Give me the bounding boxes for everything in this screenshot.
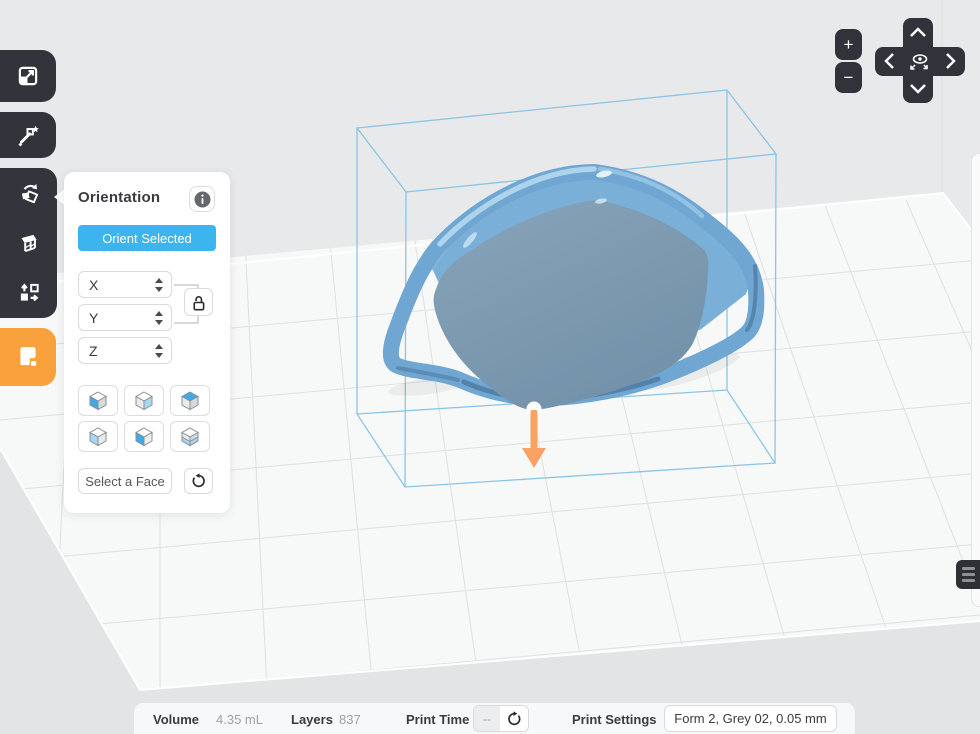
cartridge-icon: [14, 343, 42, 371]
rotate-icon: [16, 180, 42, 206]
hamburger-icon: [962, 567, 975, 570]
axis-x-stepper[interactable]: [155, 272, 163, 297]
refresh-area: [500, 706, 528, 731]
orient-selected-button[interactable]: Orient Selected: [78, 225, 216, 251]
print-time-label: Print Time: [406, 712, 469, 727]
view-dpad: [875, 18, 965, 103]
orient-cube-front-button[interactable]: [124, 421, 164, 452]
orient-cube-right-button[interactable]: [124, 385, 164, 416]
right-panel-edge[interactable]: [971, 153, 980, 607]
cube-face-left-icon: [87, 389, 109, 412]
info-button[interactable]: [189, 186, 215, 212]
volume-label: Volume: [153, 712, 199, 727]
unlock-icon: [190, 293, 207, 312]
supports-icon: [16, 230, 42, 256]
rotate-left-button[interactable]: [875, 47, 903, 75]
orient-cube-bottom-button[interactable]: [170, 421, 210, 452]
layer-list-toggle-button[interactable]: [956, 560, 980, 589]
axis-y-field[interactable]: Y: [78, 304, 172, 331]
axis-y-label: Y: [89, 310, 98, 326]
cube-face-right-icon: [133, 389, 155, 412]
info-icon: [194, 191, 211, 208]
cube-face-top-icon: [179, 389, 201, 412]
refresh-icon: [506, 711, 522, 727]
print-settings-label: Print Settings: [572, 712, 657, 727]
scale-icon: [15, 63, 41, 89]
magic-wand-icon: [15, 122, 41, 148]
cube-face-bottom-icon: [179, 425, 201, 448]
axis-x-field[interactable]: X: [78, 271, 172, 298]
zoom-in-button[interactable]: +: [835, 29, 862, 60]
select-face-button[interactable]: Select a Face: [78, 468, 172, 494]
tool-one-click-print-button[interactable]: [0, 112, 56, 158]
axis-y-stepper[interactable]: [155, 305, 163, 330]
preform-window: Orientation Orient Selected X Y Z: [0, 0, 980, 734]
print-time-value: --: [474, 706, 500, 731]
axis-lock-button[interactable]: [184, 288, 213, 316]
layers-label: Layers: [291, 712, 333, 727]
cube-face-front-icon: [133, 425, 155, 448]
panel-title: Orientation: [78, 189, 160, 206]
rotate-up-button[interactable]: [905, 18, 933, 46]
tool-group: [0, 168, 57, 318]
axis-z-label: Z: [89, 343, 98, 359]
orient-cube-top-button[interactable]: [170, 385, 210, 416]
reset-icon: [191, 473, 207, 489]
orient-cube-left-light-button[interactable]: [78, 421, 118, 452]
reset-orientation-button[interactable]: [184, 468, 213, 494]
print-settings-button[interactable]: Form 2, Grey 02, 0.05 mm: [664, 705, 837, 732]
tool-scale-button[interactable]: [0, 50, 56, 102]
material-setup-button[interactable]: [0, 328, 56, 386]
tool-supports-button[interactable]: [0, 218, 57, 268]
layout-icon: [16, 280, 42, 306]
volume-value: 4.35 mL: [216, 712, 263, 727]
print-time-refresh-button[interactable]: --: [473, 705, 529, 732]
layers-value: 837: [339, 712, 361, 727]
tool-layout-button[interactable]: [0, 268, 57, 318]
cube-face-left-light-icon: [87, 425, 109, 448]
orient-cube-left-button[interactable]: [78, 385, 118, 416]
rotate-right-button[interactable]: [937, 47, 965, 75]
tool-orientation-button[interactable]: [0, 168, 57, 218]
axis-z-field[interactable]: Z: [78, 337, 172, 364]
orbit-center-button[interactable]: [905, 47, 933, 75]
status-bar: Volume 4.35 mL Layers 837 Print Time -- …: [133, 702, 856, 734]
axis-x-label: X: [89, 277, 98, 293]
zoom-out-button[interactable]: −: [835, 62, 862, 93]
rotate-down-button[interactable]: [905, 75, 933, 103]
down-arrow-shaft: [531, 410, 538, 450]
axis-z-stepper[interactable]: [155, 338, 163, 363]
orientation-panel: Orientation Orient Selected X Y Z: [64, 172, 230, 513]
